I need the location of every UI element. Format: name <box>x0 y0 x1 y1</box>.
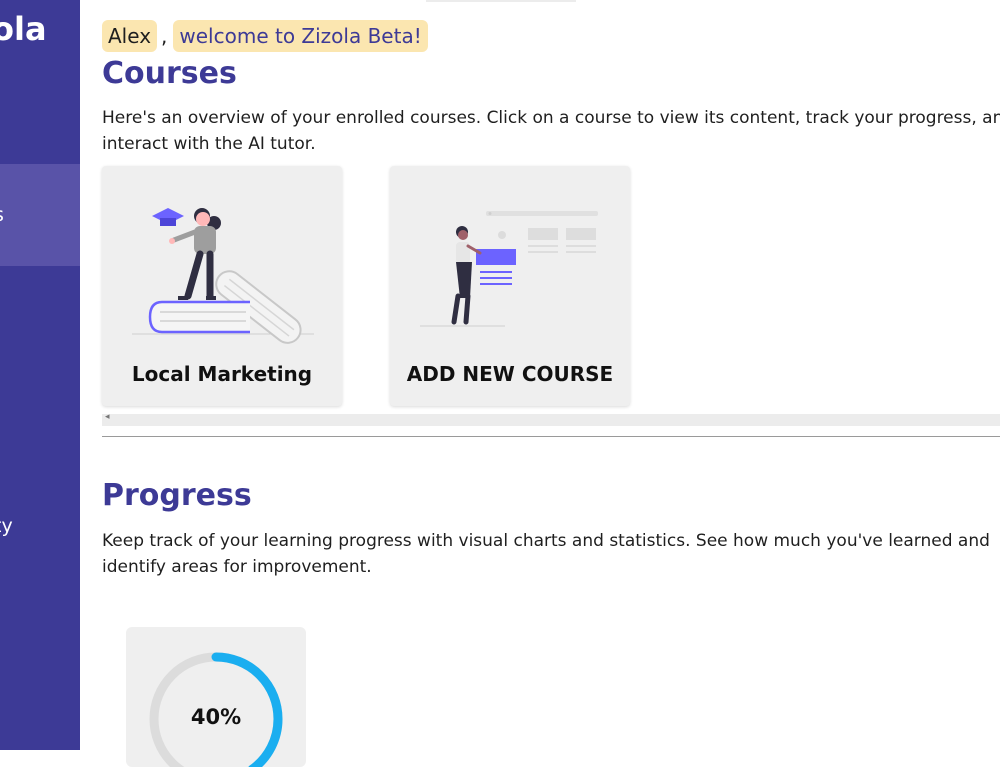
courses-title: Courses <box>102 56 237 91</box>
sidebar-item-community[interactable]: ty <box>0 502 80 550</box>
greeting: Alex , welcome to Zizola Beta! <box>102 20 428 52</box>
progress-ring <box>149 652 283 767</box>
sidebar-item-courses[interactable]: s <box>0 164 80 266</box>
courses-description: Here's an overview of your enrolled cour… <box>102 108 1000 154</box>
section-divider <box>102 436 1000 437</box>
sidebar-item-label: s <box>0 204 4 226</box>
brand-logo[interactable]: ola <box>0 10 47 48</box>
sidebar: ola s ty <box>0 0 80 750</box>
top-divider <box>426 0 576 2</box>
horizontal-scrollbar[interactable]: ◂ <box>102 412 1000 426</box>
progress-description: Keep track of your learning progress wit… <box>102 531 990 577</box>
progress-percent: 40% <box>190 705 242 729</box>
course-card-local-marketing[interactable]: Local Marketing <box>102 166 342 406</box>
scroll-left-icon[interactable]: ◂ <box>105 412 110 422</box>
user-name-badge: Alex <box>102 20 158 52</box>
course-card-label: Local Marketing <box>131 362 313 386</box>
progress-title: Progress <box>102 478 252 513</box>
greeting-separator: , <box>161 24 168 48</box>
add-new-course-card[interactable]: ADD NEW COURSE <box>390 166 630 406</box>
welcome-badge: welcome to Zizola Beta! <box>173 20 428 52</box>
course-card-label: ADD NEW COURSE <box>406 362 614 386</box>
sidebar-item-label: ty <box>0 515 13 537</box>
progress-stat-card: 40% <box>126 627 306 767</box>
